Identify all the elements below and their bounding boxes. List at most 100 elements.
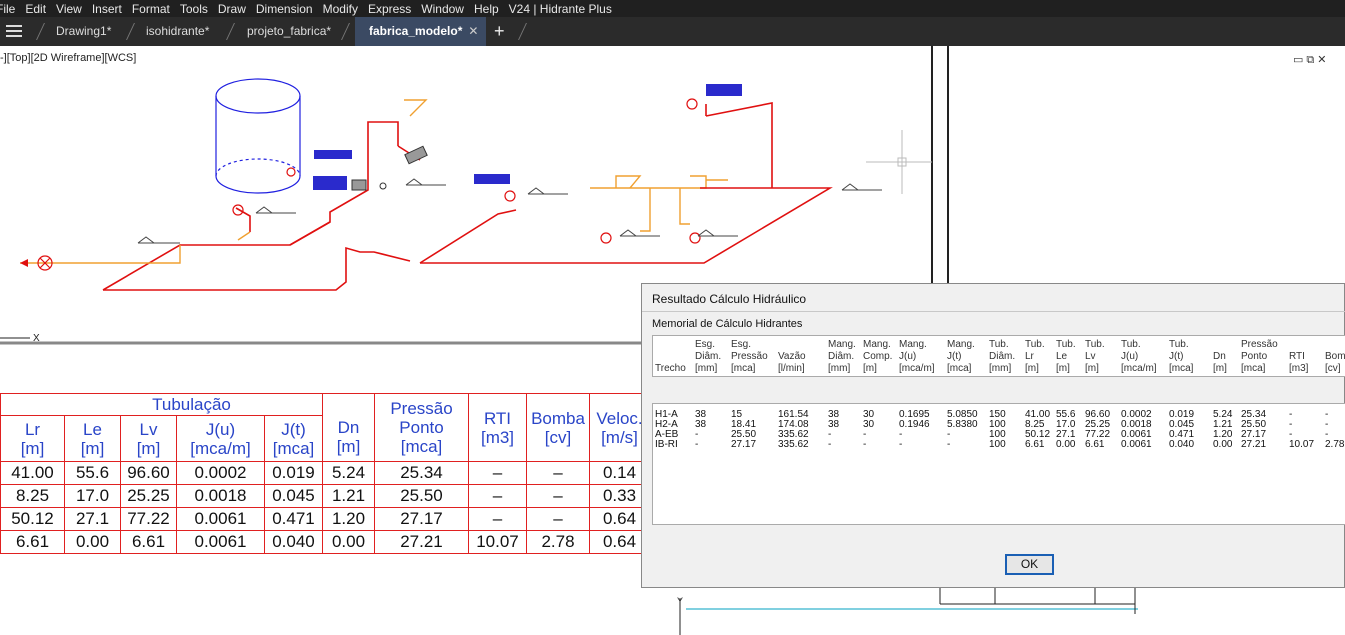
viewport-label[interactable]: -][Top][2D Wireframe][WCS]	[0, 52, 136, 64]
menu-item-express[interactable]: Express	[368, 2, 411, 16]
col-header-ju: J(u) [mca/m]	[176, 415, 265, 462]
table-cell: 8.25	[0, 484, 65, 508]
table-cell: 0.00	[64, 530, 121, 554]
dialog-title: Resultado Cálculo Hidráulico	[652, 292, 807, 306]
column-header: Tub. J(t) [mca]	[1169, 339, 1194, 374]
menu-item-v24-hidrante-plus[interactable]: V24 | Hidrante Plus	[509, 2, 612, 16]
table-cell: –	[468, 507, 527, 531]
col-header-jt: J(t) [mca]	[264, 415, 323, 462]
column-header: Bomba [cv]	[1325, 351, 1345, 374]
svg-text:X: X	[33, 333, 40, 344]
column-header: Esg. Diâm. [mm]	[695, 339, 722, 374]
menu-item-format[interactable]: Format	[132, 2, 170, 16]
column-header: Tub. Le [m]	[1056, 339, 1076, 374]
table-cell: 0.00	[322, 530, 375, 554]
column-header: Tub. Diâm. [mm]	[989, 339, 1016, 374]
table-row: 50.12 27.1 77.22 0.0061 0.471 1.20 27.17– –0.64	[0, 507, 650, 531]
table-cell: 25.34	[374, 461, 469, 485]
column-header: Mang. J(u) [mca/m]	[899, 339, 935, 374]
table-row: 8.25 17.0 25.25 0.0018 0.045 1.21 25.50– –0.33	[0, 484, 650, 508]
menu-item-tools[interactable]: Tools	[180, 2, 208, 16]
document-tab-bar: Drawing1* isohidrante* projeto_fabrica* …	[0, 17, 1345, 46]
menu-item-file[interactable]: File	[0, 2, 15, 16]
list-cell: 5.8380	[947, 419, 978, 430]
col-header-lr: Lr [m]	[0, 415, 65, 462]
table-cell: 0.471	[264, 507, 323, 531]
results-list[interactable]: H1-A 38 15 161.54 38 30 0.1695 5.0850 150 41.00 55…	[652, 403, 1345, 525]
results-list-header: Trecho Esg. Diâm. [mm] Esg. Pressão [mca] V…	[652, 335, 1345, 377]
menu-item-dimension[interactable]: Dimension	[256, 2, 313, 16]
table-cell: 0.0061	[176, 530, 265, 554]
menu-item-edit[interactable]: Edit	[25, 2, 46, 16]
tab-projeto-fabrica[interactable]: projeto_fabrica*	[247, 17, 331, 46]
col-header-bomba: Bomba [cv]	[526, 393, 590, 462]
pipe-network-left	[102, 121, 517, 291]
table-cell: 1.20	[322, 507, 375, 531]
table-cell: 77.22	[120, 507, 177, 531]
table-cell: 25.50	[374, 484, 469, 508]
column-header: Tub. J(u) [mca/m]	[1121, 339, 1157, 374]
col-header-rti: RTI [m3]	[468, 393, 527, 462]
menu-item-window[interactable]: Window	[421, 2, 464, 16]
table-cell: –	[468, 484, 527, 508]
column-header: Tub. Lv [m]	[1085, 339, 1105, 374]
suction-pipes	[20, 99, 728, 264]
table-cell: 96.60	[120, 461, 177, 485]
col-header-pressao: Pressão Ponto [mca]	[374, 393, 469, 462]
list-cell: IB-RI	[655, 439, 678, 450]
col-header-le: Le [m]	[64, 415, 121, 462]
table-cell: 27.17	[374, 507, 469, 531]
column-header: Tub. Lr [m]	[1025, 339, 1045, 374]
table-cell: 0.040	[264, 530, 323, 554]
list-cell: 6.61	[1025, 439, 1045, 450]
pipe-labels	[313, 84, 742, 190]
menu-item-draw[interactable]: Draw	[218, 2, 246, 16]
list-cell: -	[899, 439, 903, 450]
table-cell: –	[526, 461, 590, 485]
tab-isohidrante[interactable]: isohidrante*	[146, 17, 209, 46]
column-header: Dn [m]	[1213, 351, 1227, 374]
list-cell: 335.62	[778, 439, 809, 450]
menu-item-help[interactable]: Help	[474, 2, 499, 16]
list-cell: -	[947, 439, 951, 450]
new-tab-plus-icon[interactable]: +	[494, 21, 505, 42]
table-cell: 6.61	[0, 530, 65, 554]
column-header: Mang. Comp. [m]	[863, 339, 893, 374]
menu-item-modify[interactable]: Modify	[323, 2, 358, 16]
table-cell: 50.12	[0, 507, 65, 531]
column-header: Mang. J(t) [mca]	[947, 339, 975, 374]
svg-text:Y: Y	[677, 596, 683, 606]
list-cell: 0.00	[1056, 439, 1076, 450]
flow-arrow-icon	[20, 259, 28, 267]
table-cell: –	[526, 507, 590, 531]
water-tank	[215, 78, 301, 194]
ok-button[interactable]: OK	[1005, 554, 1054, 575]
close-tab-icon[interactable]: ✕	[468, 24, 478, 38]
col-header-lv: Lv [m]	[120, 415, 177, 462]
tab-fabrica-modelo[interactable]: fabrica_modelo* ✕	[355, 17, 487, 46]
list-cell: 6.61	[1085, 439, 1105, 450]
table-cell: 25.25	[120, 484, 177, 508]
table-row: 41.00 55.6 96.60 0.0002 0.019 5.24 25.34– –0.14	[0, 461, 650, 485]
menu-item-view[interactable]: View	[56, 2, 82, 16]
table-cell: –	[526, 484, 590, 508]
list-cell: 100	[989, 439, 1006, 450]
list-cell: 0.1946	[899, 419, 930, 430]
table-cell: 0.0018	[176, 484, 265, 508]
hamburger-menu-icon[interactable]	[6, 25, 22, 38]
list-cell: -	[695, 439, 699, 450]
hydrant-icon	[37, 98, 701, 271]
tab-drawing1[interactable]: Drawing1*	[56, 17, 111, 46]
table-cell: 5.24	[322, 461, 375, 485]
hydraulic-result-dialog[interactable]: Resultado Cálculo Hidráulico Memorial de…	[641, 283, 1345, 588]
list-cell: 0.040	[1169, 439, 1195, 450]
viewport-window-controls[interactable]: ▭⧉✕	[1293, 53, 1329, 67]
title-block	[686, 586, 1138, 614]
table-cell: 27.21	[374, 530, 469, 554]
drawing-results-table: Tubulação Dn [m] Pressão Ponto [mca] RTI [m3…	[0, 393, 650, 554]
pump-icon	[351, 145, 428, 191]
menu-item-insert[interactable]: Insert	[92, 2, 122, 16]
dialog-subtitle: Memorial de Cálculo Hidrantes	[652, 318, 803, 330]
table-cell: 27.1	[64, 507, 121, 531]
column-header: Esg. Pressão [mca]	[731, 339, 768, 374]
